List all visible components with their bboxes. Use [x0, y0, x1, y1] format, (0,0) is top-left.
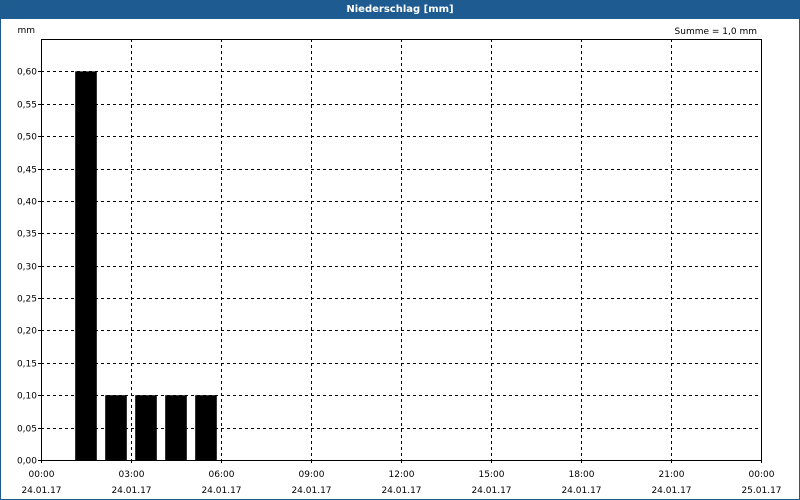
- x-tick-label-time: 18:00: [569, 470, 595, 480]
- bar: [105, 395, 127, 460]
- x-tick-label-date: 24.01.17: [111, 486, 151, 496]
- x-tick-label-time: 00:00: [749, 470, 775, 480]
- y-tick-label: 0,50: [17, 133, 37, 143]
- x-tick-label-time: 06:00: [209, 470, 235, 480]
- x-tick-label-date: 24.01.17: [381, 486, 421, 496]
- x-tick-label-time: 12:00: [389, 470, 415, 480]
- y-tick-label: 0,55: [17, 101, 37, 111]
- bar: [165, 395, 187, 460]
- precipitation-chart: 0,00 0,05 0,10 0,15 0,20 0,25 0,30 0,35 0,40 0,45…: [17, 26, 782, 496]
- x-tick-label-date: 24.01.17: [651, 486, 691, 496]
- y-tick-label: 0,00: [17, 457, 37, 467]
- y-tick-label: 0,20: [17, 327, 37, 337]
- y-tick-label: 0,60: [17, 68, 37, 78]
- y-tick-label: 0,25: [17, 295, 37, 305]
- x-tick-label-date: 24.01.17: [201, 486, 241, 496]
- x-tick-label-time: 03:00: [119, 470, 145, 480]
- x-tick-label-date: 24.01.17: [561, 486, 601, 496]
- bar: [195, 395, 217, 460]
- chart-window: Niederschlag [mm] 0,00 0,05 0,10 0,15 0,20 0,…: [0, 0, 800, 500]
- y-tick-label: 0,30: [17, 263, 37, 273]
- sum-annotation: Summe = 1,0 mm: [675, 27, 757, 37]
- y-tick-label: 0,40: [17, 198, 37, 208]
- y-tick-label: 0,05: [17, 425, 37, 435]
- x-tick-label-date: 24.01.17: [291, 486, 331, 496]
- y-axis-label: mm: [17, 26, 35, 36]
- x-tick-label-date: 24.01.17: [21, 486, 61, 496]
- x-tick-label-time: 00:00: [29, 470, 55, 480]
- y-tick-label: 0,15: [17, 360, 37, 370]
- x-tick-label-time: 15:00: [479, 470, 505, 480]
- x-tick-label-date: 25.01.17: [741, 486, 781, 496]
- y-tick-label: 0,10: [17, 392, 37, 402]
- y-tick-label: 0,45: [17, 166, 37, 176]
- x-tick-label-time: 09:00: [299, 470, 325, 480]
- bar: [75, 71, 97, 460]
- x-tick-label-time: 21:00: [659, 470, 685, 480]
- x-tick-label-date: 24.01.17: [471, 486, 511, 496]
- bar: [135, 395, 157, 460]
- y-tick-label: 0,35: [17, 230, 37, 240]
